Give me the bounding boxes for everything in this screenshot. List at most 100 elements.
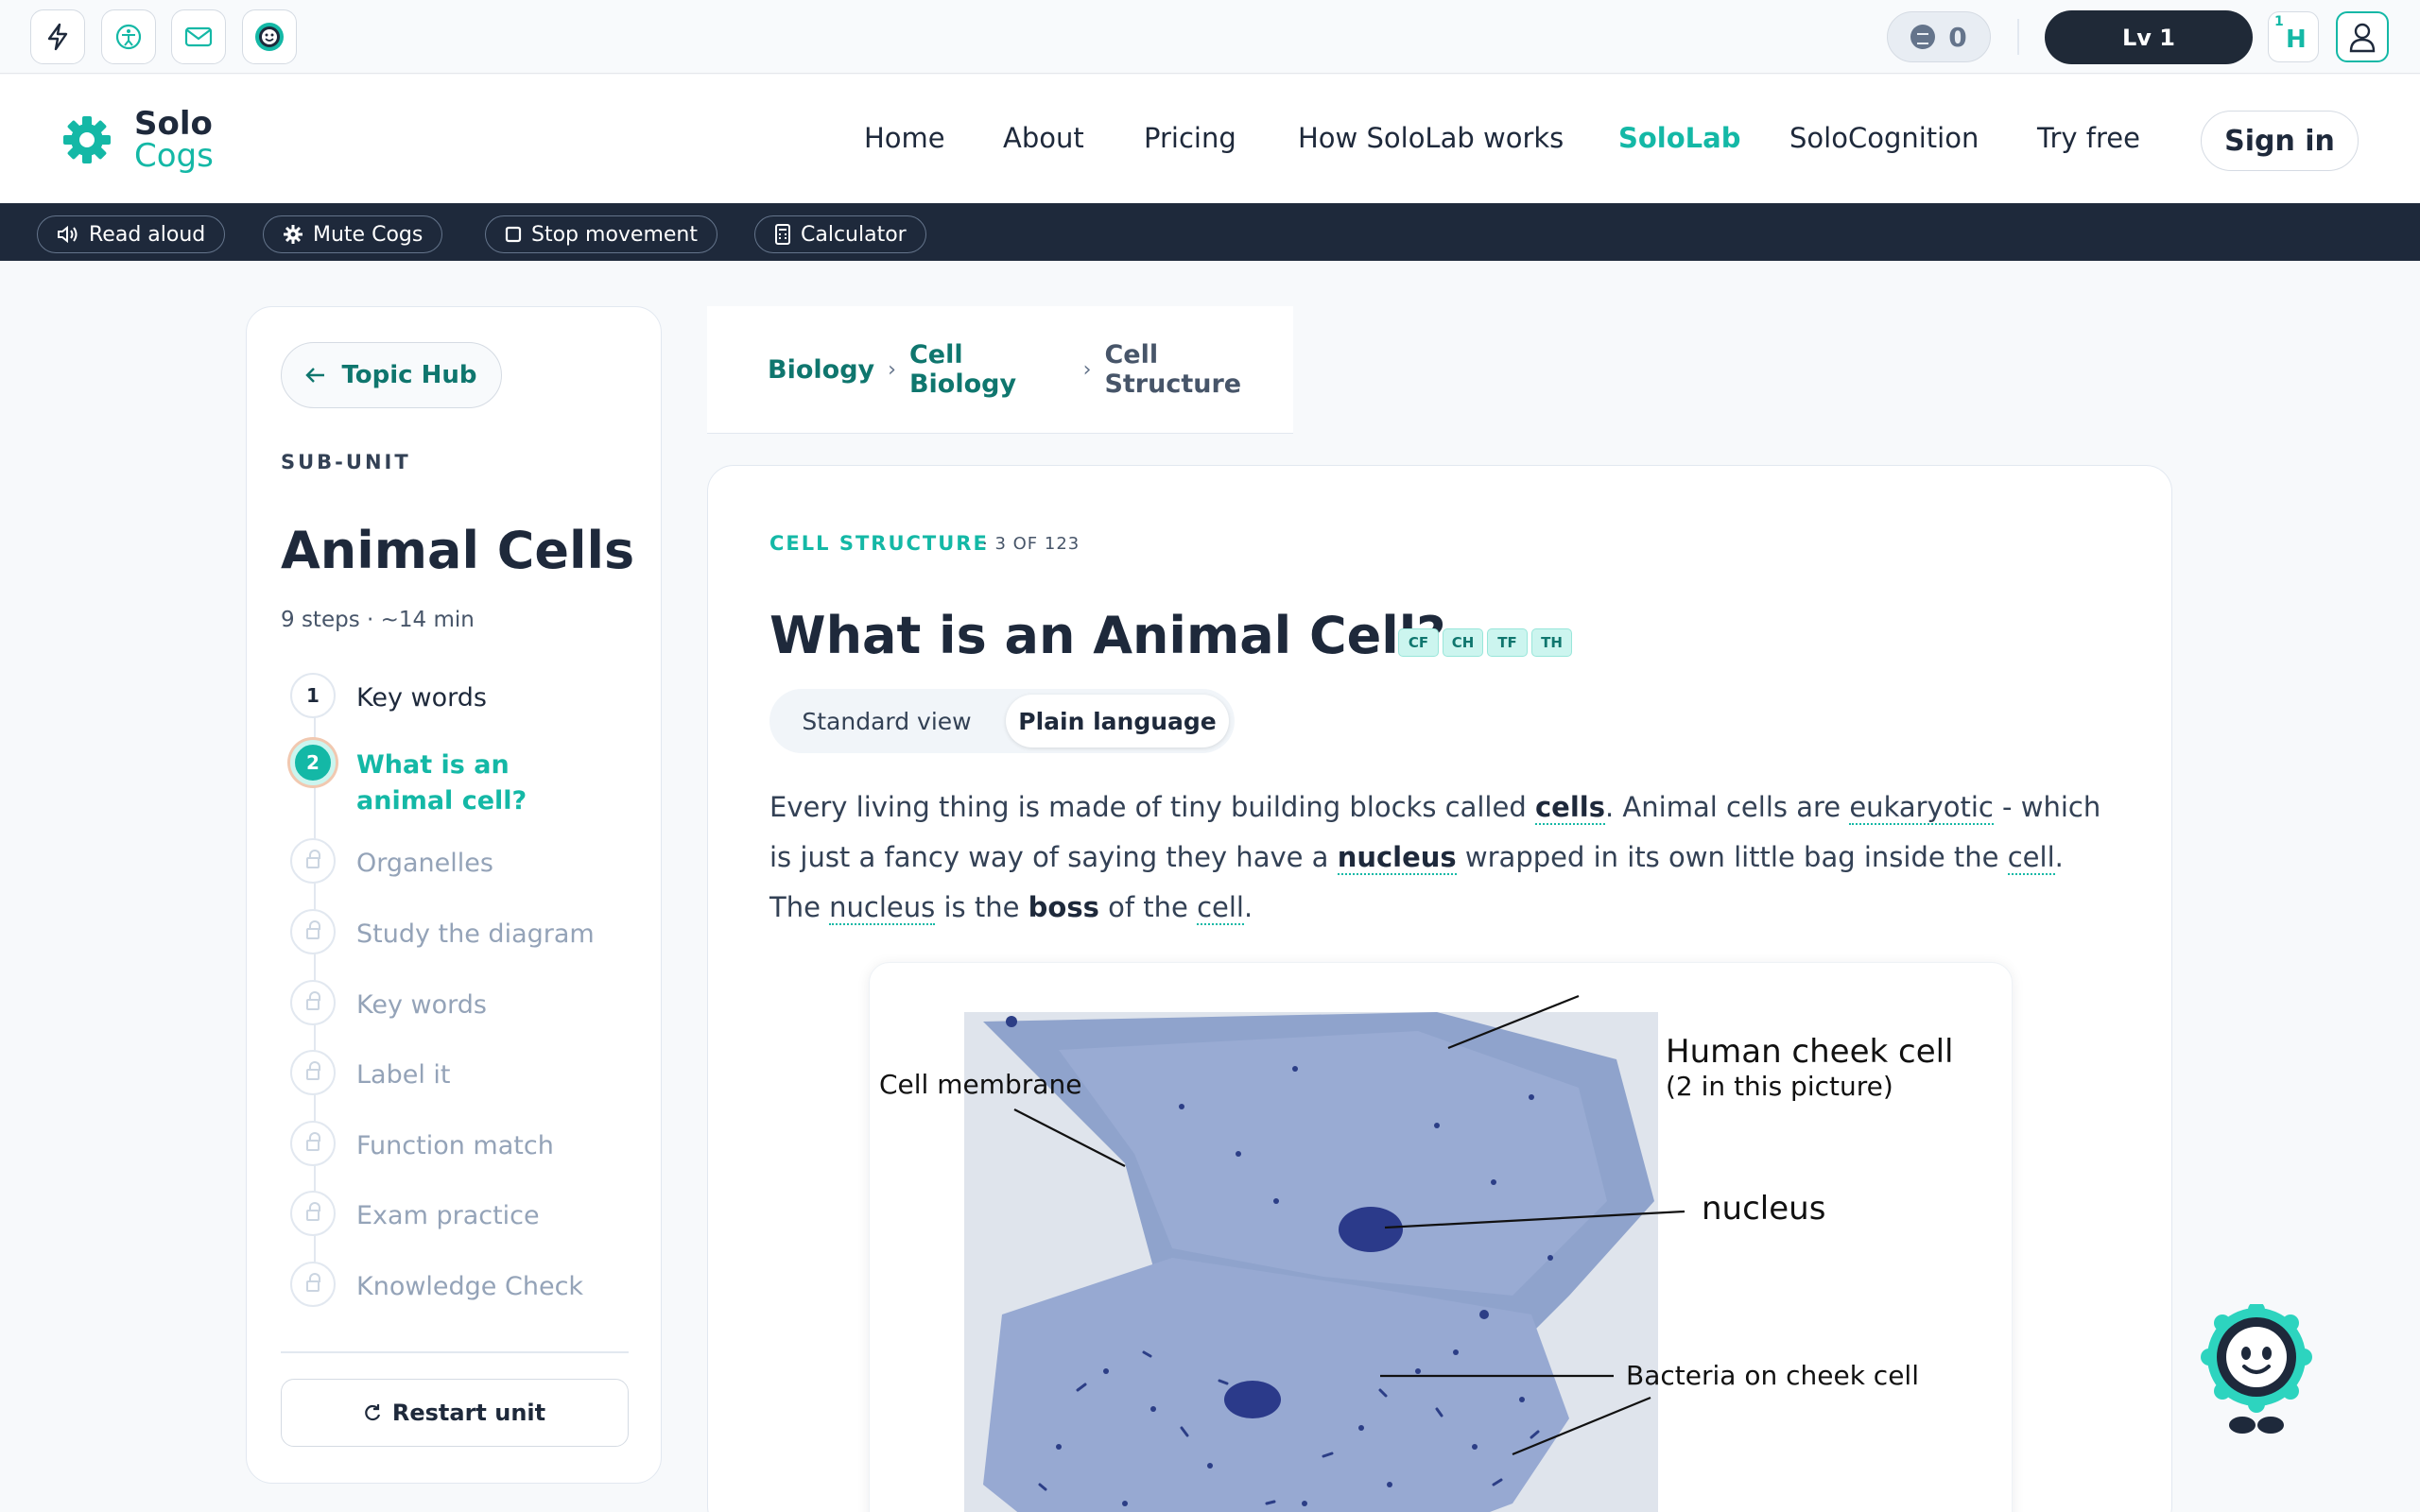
breadcrumb-current: Cell Structure (1104, 340, 1242, 399)
nav-about[interactable]: About (1003, 122, 1084, 154)
nav-solocognition[interactable]: SoloCognition (1789, 122, 1979, 154)
glossary-term-cell[interactable]: cell (2007, 841, 2055, 875)
lesson-paragraph: Every living thing is made of tiny build… (769, 782, 2102, 933)
subunit-label: SUB-UNIT (281, 451, 411, 473)
glossary-term-nucleus[interactable]: nucleus (1337, 841, 1457, 875)
tag-badge: TF (1487, 628, 1528, 657)
plain-language-button[interactable]: Plain language (1006, 695, 1229, 747)
lesson-count: · 3 OF 123 (982, 534, 1080, 554)
breadcrumb: Biology › Cell Biology › Cell Structure (707, 306, 1293, 434)
nav-sololab[interactable]: SoloLab (1618, 122, 1740, 154)
speaker-icon (58, 225, 78, 244)
nav-try-free[interactable]: Try free (2037, 122, 2140, 154)
step-label: Exam practice (356, 1201, 540, 1230)
cogs-mascot[interactable] (2197, 1301, 2316, 1436)
step-label: What is an animal cell? (356, 750, 527, 816)
step-label: Organelles (356, 849, 493, 878)
cogs-companion-button[interactable] (242, 9, 297, 64)
bolt-icon (47, 23, 68, 51)
profile-button[interactable] (2336, 11, 2389, 62)
coin-balance[interactable]: 0 (1887, 11, 1991, 62)
hints-button[interactable]: 1 H (2268, 11, 2319, 62)
unit-title: Animal Cells (281, 521, 635, 580)
step-label: Label it (356, 1060, 451, 1090)
site-header: Solo Cogs Home About Pricing How SoloLab… (0, 75, 2420, 203)
unit-sidebar: Topic Hub SUB-UNIT Animal Cells 9 steps … (246, 306, 662, 1484)
hint-letter: H (2286, 26, 2307, 54)
mute-cogs-label: Mute Cogs (313, 222, 424, 247)
coin-icon (1910, 25, 1936, 49)
view-toggle: Standard view Plain language (769, 689, 1235, 753)
level-badge[interactable]: Lv 1 (2045, 10, 2253, 64)
accessibility-icon (115, 24, 142, 50)
lock-icon (290, 1050, 336, 1095)
topic-hub-button[interactable]: Topic Hub (281, 342, 502, 408)
nav-how-sololab-works[interactable]: How SoloLab works (1298, 122, 1564, 154)
step-label: Study the diagram (356, 919, 595, 949)
calculator-button[interactable]: Calculator (754, 215, 926, 253)
step-item-locked: Exam practice (290, 1191, 540, 1236)
stop-icon (505, 226, 522, 243)
read-aloud-button[interactable]: Read aloud (37, 215, 226, 253)
restart-icon (365, 1404, 380, 1421)
restart-unit-label: Restart unit (391, 1400, 546, 1426)
tag-badge: CF (1398, 628, 1439, 657)
breadcrumb-biology[interactable]: Biology (768, 355, 874, 385)
step-number: 2 (290, 740, 336, 785)
step-item-locked: Function match (290, 1121, 554, 1166)
text-run: of the (1098, 891, 1198, 923)
quick-actions-button[interactable] (30, 9, 85, 64)
tag-badge: CH (1443, 628, 1483, 657)
glossary-term-cells[interactable]: cells (1534, 791, 1605, 825)
cog-robot-icon (255, 23, 284, 51)
read-aloud-label: Read aloud (89, 222, 206, 247)
glossary-term-nucleus[interactable]: nucleus (829, 891, 936, 925)
step-item-locked: Key words (290, 980, 487, 1025)
stop-movement-button[interactable]: Stop movement (485, 215, 717, 253)
tag-badge: TH (1531, 628, 1572, 657)
nav-home[interactable]: Home (864, 122, 945, 154)
glossary-term-eukaryotic[interactable]: eukaryotic (1849, 791, 1994, 825)
accessibility-button[interactable] (101, 9, 156, 64)
step-item-locked: Label it (290, 1050, 451, 1095)
standard-view-button[interactable]: Standard view (777, 695, 996, 747)
unit-meta: 9 steps · ~14 min (281, 608, 475, 632)
text-run: Every living thing is made of tiny build… (769, 791, 1535, 823)
label-cheek-cell: Human cheek cell (1666, 1033, 1954, 1071)
arrow-left-icon (305, 368, 325, 383)
step-item-active[interactable]: 2 What is an animal cell? (290, 740, 593, 819)
user-icon (2349, 23, 2376, 53)
stop-movement-label: Stop movement (531, 222, 698, 247)
lesson-card: CELL STRUCTURE · 3 OF 123 What is an Ani… (707, 465, 2172, 1512)
breadcrumb-separator: › (888, 357, 896, 382)
cog-icon (284, 225, 302, 244)
glossary-term-cell[interactable]: cell (1197, 891, 1244, 925)
breadcrumb-cell-biology[interactable]: Cell Biology (909, 340, 1070, 399)
utility-divider (2017, 19, 2019, 55)
hint-count: 1 (2274, 14, 2284, 29)
step-label: Knowledge Check (356, 1272, 584, 1301)
mail-icon (184, 26, 213, 47)
mute-cogs-button[interactable]: Mute Cogs (263, 215, 443, 253)
breadcrumb-separator: › (1082, 357, 1092, 382)
step-label: Key words (356, 683, 487, 713)
spec-tags: CF CH TF TH (1398, 628, 1572, 657)
nav-pricing[interactable]: Pricing (1144, 122, 1236, 154)
label-bacteria: Bacteria on cheek cell (1626, 1360, 1919, 1391)
lock-icon (290, 838, 336, 884)
step-item-locked: Organelles (290, 838, 493, 884)
cheek-cell-figure: Cell membrane Human cheek cell (2 in thi… (869, 962, 2013, 1512)
lock-icon (290, 980, 336, 1025)
restart-unit-button[interactable]: Restart unit (281, 1379, 629, 1447)
messages-button[interactable] (171, 9, 226, 64)
text-run: . (1244, 891, 1253, 923)
gear-logo-icon (63, 116, 111, 163)
logo[interactable]: Solo Cogs (62, 108, 214, 172)
lesson-kicker: CELL STRUCTURE (769, 532, 989, 555)
step-label: Key words (356, 990, 487, 1020)
calculator-label: Calculator (801, 222, 907, 247)
step-item-locked: Study the diagram (290, 909, 595, 954)
lock-icon (290, 1262, 336, 1307)
sign-in-button[interactable]: Sign in (2201, 111, 2359, 171)
step-item[interactable]: 1 Key words (290, 673, 487, 718)
